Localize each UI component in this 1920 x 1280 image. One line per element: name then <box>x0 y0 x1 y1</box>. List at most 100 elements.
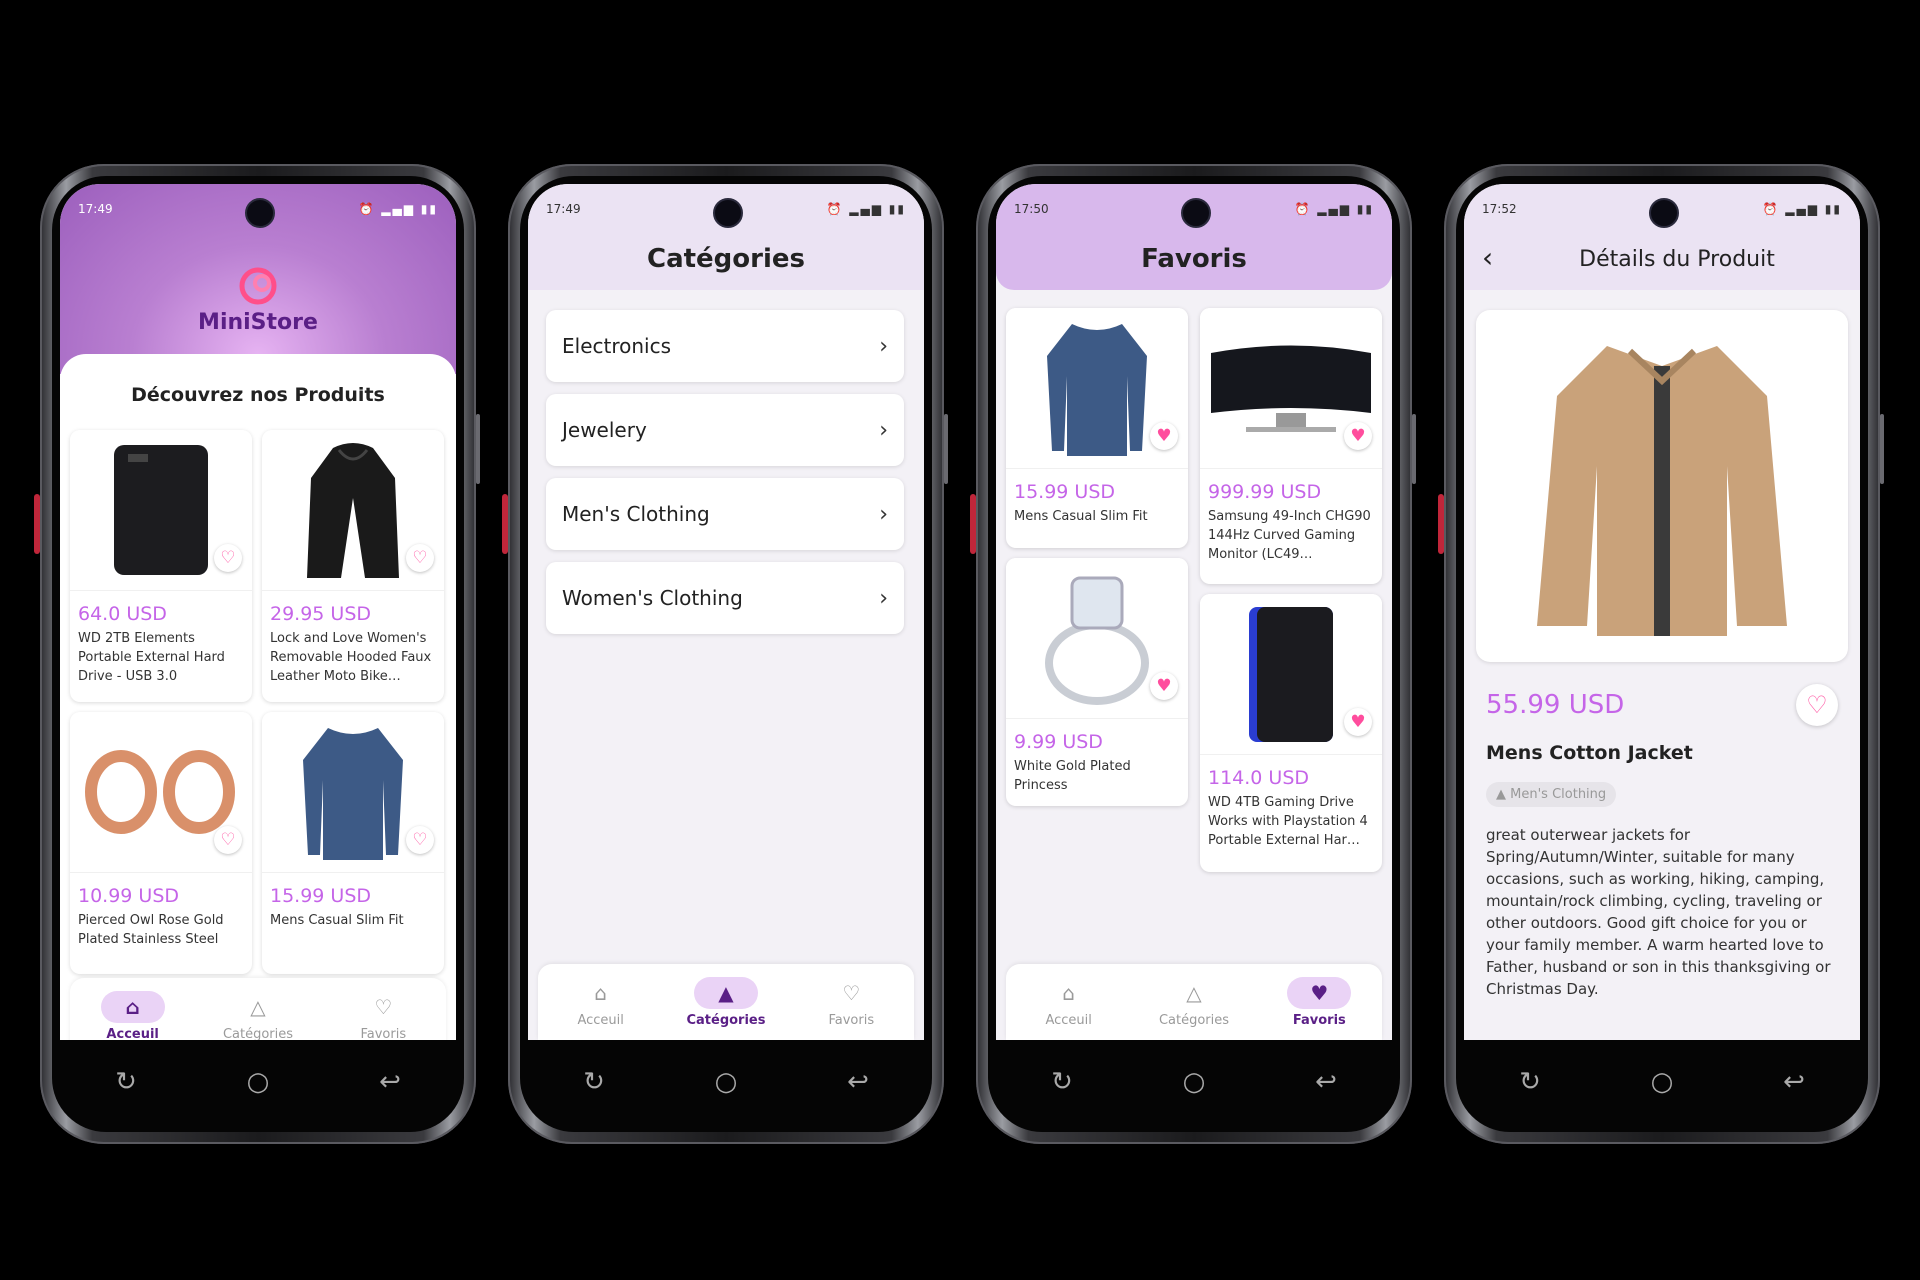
product-card[interactable]: ♡ 29.95 USD Lock and Love Women's Remova… <box>262 430 444 702</box>
product-price: 29.95 USD <box>270 603 372 625</box>
tab-categories[interactable]: △ Catégories <box>1139 977 1249 1028</box>
favorite-heart-icon[interactable]: ♡ <box>406 544 434 572</box>
favorite-heart-icon[interactable]: ♡ <box>214 826 242 854</box>
side-button <box>476 414 480 484</box>
status-icons: ⏰ ▂▄▆ ▮▮ <box>358 202 438 216</box>
recents-icon[interactable]: ↻ <box>574 1067 614 1097</box>
tab-categories[interactable]: ▲ Catégories <box>671 976 781 1028</box>
product-image: ♡ <box>70 430 252 591</box>
product-price: 9.99 USD <box>1014 731 1103 753</box>
shapes-icon: △ <box>250 994 266 1019</box>
tab-favorites[interactable]: ♡ Favoris <box>796 977 906 1028</box>
home-content: Découvrez nos Produits ♡ 64.0 USD WD 2TB… <box>60 354 456 1040</box>
heart-icon: ♡ <box>842 980 861 1005</box>
chevron-right-icon: › <box>879 585 888 611</box>
product-card[interactable]: ♡ 10.99 USD Pierced Owl Rose Gold Plated… <box>70 712 252 974</box>
side-button <box>970 494 976 554</box>
product-name: Mens Casual Slim Fit <box>270 913 404 928</box>
favorite-card[interactable]: ♥ 999.99 USD Samsung 49-Inch CHG90 144Hz… <box>1200 308 1382 584</box>
categories-screen: Catégories 17:49 ⏰ ▂▄▆ ▮▮ Electronics › J… <box>528 184 924 1040</box>
product-image: ♡ <box>262 430 444 591</box>
camera-hole <box>1181 198 1211 228</box>
product-image: ♥ <box>1200 308 1382 469</box>
favorite-heart-icon[interactable]: ♡ <box>406 826 434 854</box>
tab-favorites[interactable]: ♥ Favoris <box>1264 976 1374 1028</box>
product-card[interactable]: ♡ 64.0 USD WD 2TB Elements Portable Exte… <box>70 430 252 702</box>
brand-name: MiniStore <box>198 310 318 335</box>
product-image: ♥ <box>1006 308 1188 469</box>
hard-drive-image <box>1249 606 1333 742</box>
category-item-electronics[interactable]: Electronics › <box>546 310 904 382</box>
tab-categories[interactable]: △ Catégories <box>203 991 313 1041</box>
tab-label: Acceuil <box>577 1012 624 1028</box>
product-price: 55.99 USD <box>1486 690 1625 720</box>
favorite-heart-icon[interactable]: ♥ <box>1150 422 1178 450</box>
favorites-screen: Favoris 17:50 ⏰ ▂▄▆ ▮▮ ♥ 15.99 USD Mens … <box>996 184 1392 1040</box>
home-icon: ⌂ <box>1062 980 1075 1005</box>
system-navigation: ↻ ○ ↩ <box>60 1040 456 1124</box>
system-navigation: ↻ ○ ↩ <box>1464 1040 1860 1124</box>
tab-home[interactable]: ⌂ Acceuil <box>546 977 656 1028</box>
camera-hole <box>245 198 275 228</box>
favorite-heart-icon[interactable]: ♡ <box>214 544 242 572</box>
recents-icon[interactable]: ↻ <box>106 1067 146 1097</box>
product-name: Mens Casual Slim Fit <box>1014 509 1148 524</box>
system-navigation: ↻ ○ ↩ <box>528 1040 924 1124</box>
home-button-icon[interactable]: ○ <box>1174 1067 1214 1097</box>
favorite-card[interactable]: ♥ 15.99 USD Mens Casual Slim Fit <box>1006 308 1188 548</box>
phone-details: ‹ Détails du Produit 17:52 ⏰ ▂▄▆ ▮▮ 55.9… <box>1438 164 1884 1144</box>
side-button <box>1438 494 1444 554</box>
status-time: 17:50 <box>1014 202 1049 216</box>
favorite-card[interactable]: ♥ 9.99 USD White Gold Plated Princess <box>1006 558 1188 806</box>
product-description: great outerwear jackets for Spring/Autum… <box>1486 826 1831 998</box>
tab-home[interactable]: ⌂ Acceuil <box>1014 977 1124 1028</box>
category-item-mens-clothing[interactable]: Men's Clothing › <box>546 478 904 550</box>
back-icon[interactable]: ↩ <box>370 1067 410 1097</box>
favorite-card[interactable]: ♥ 114.0 USD WD 4TB Gaming Drive Works wi… <box>1200 594 1382 872</box>
back-arrow-icon[interactable]: ‹ <box>1482 241 1493 274</box>
camera-hole <box>713 198 743 228</box>
store-logo-icon <box>239 267 277 305</box>
category-label: Electronics <box>562 334 672 358</box>
heart-icon: ♥ <box>1287 976 1352 1009</box>
favorite-heart-icon[interactable]: ♥ <box>1344 708 1372 736</box>
product-name: Samsung 49-Inch CHG90 144Hz Curved Gamin… <box>1208 509 1371 562</box>
sweater-image <box>1047 323 1147 456</box>
product-card[interactable]: ♡ 15.99 USD Mens Casual Slim Fit <box>262 712 444 974</box>
recents-icon[interactable]: ↻ <box>1510 1067 1550 1097</box>
hard-drive-image <box>114 445 208 575</box>
category-item-jewelery[interactable]: Jewelery › <box>546 394 904 466</box>
favorite-heart-icon[interactable]: ♥ <box>1150 672 1178 700</box>
product-price: 64.0 USD <box>78 603 167 625</box>
home-screen: MiniStore 17:49 ⏰ ▂▄▆ ▮▮ Découvrez nos P… <box>60 184 456 1040</box>
product-price: 15.99 USD <box>1014 481 1116 503</box>
recents-icon[interactable]: ↻ <box>1042 1067 1082 1097</box>
bottom-navigation: ⌂ Acceuil ▲ Catégories ♡ Favoris <box>538 964 914 1040</box>
side-button <box>1412 414 1416 484</box>
product-name: White Gold Plated Princess <box>1014 759 1131 793</box>
rings-image <box>85 750 235 834</box>
favorite-heart-icon[interactable]: ♥ <box>1344 422 1372 450</box>
phone-home: MiniStore 17:49 ⏰ ▂▄▆ ▮▮ Découvrez nos P… <box>34 164 480 1144</box>
home-button-icon[interactable]: ○ <box>1642 1067 1682 1097</box>
category-item-womens-clothing[interactable]: Women's Clothing › <box>546 562 904 634</box>
favorite-heart-icon[interactable]: ♡ <box>1796 684 1838 726</box>
status-icons: ⏰ ▂▄▆ ▮▮ <box>1294 202 1374 216</box>
shapes-icon: △ <box>1186 980 1202 1005</box>
status-time: 17:52 <box>1482 202 1517 216</box>
tab-home[interactable]: ⌂ Acceuil <box>78 990 188 1040</box>
tab-favorites[interactable]: ♡ Favoris <box>328 991 438 1041</box>
home-button-icon[interactable]: ○ <box>706 1067 746 1097</box>
category-label: Women's Clothing <box>562 586 743 610</box>
bottom-navigation: ⌂ Acceuil △ Catégories ♥ Favoris <box>1006 964 1382 1040</box>
product-price: 999.99 USD <box>1208 481 1322 503</box>
status-icons: ⏰ ▂▄▆ ▮▮ <box>1762 202 1842 216</box>
home-button-icon[interactable]: ○ <box>238 1067 278 1097</box>
back-icon[interactable]: ↩ <box>1306 1067 1346 1097</box>
back-icon[interactable]: ↩ <box>838 1067 878 1097</box>
chevron-right-icon: › <box>879 501 888 527</box>
side-button <box>34 494 40 554</box>
status-time: 17:49 <box>546 202 581 216</box>
back-icon[interactable]: ↩ <box>1774 1067 1814 1097</box>
tab-label: Catégories <box>222 1026 294 1041</box>
